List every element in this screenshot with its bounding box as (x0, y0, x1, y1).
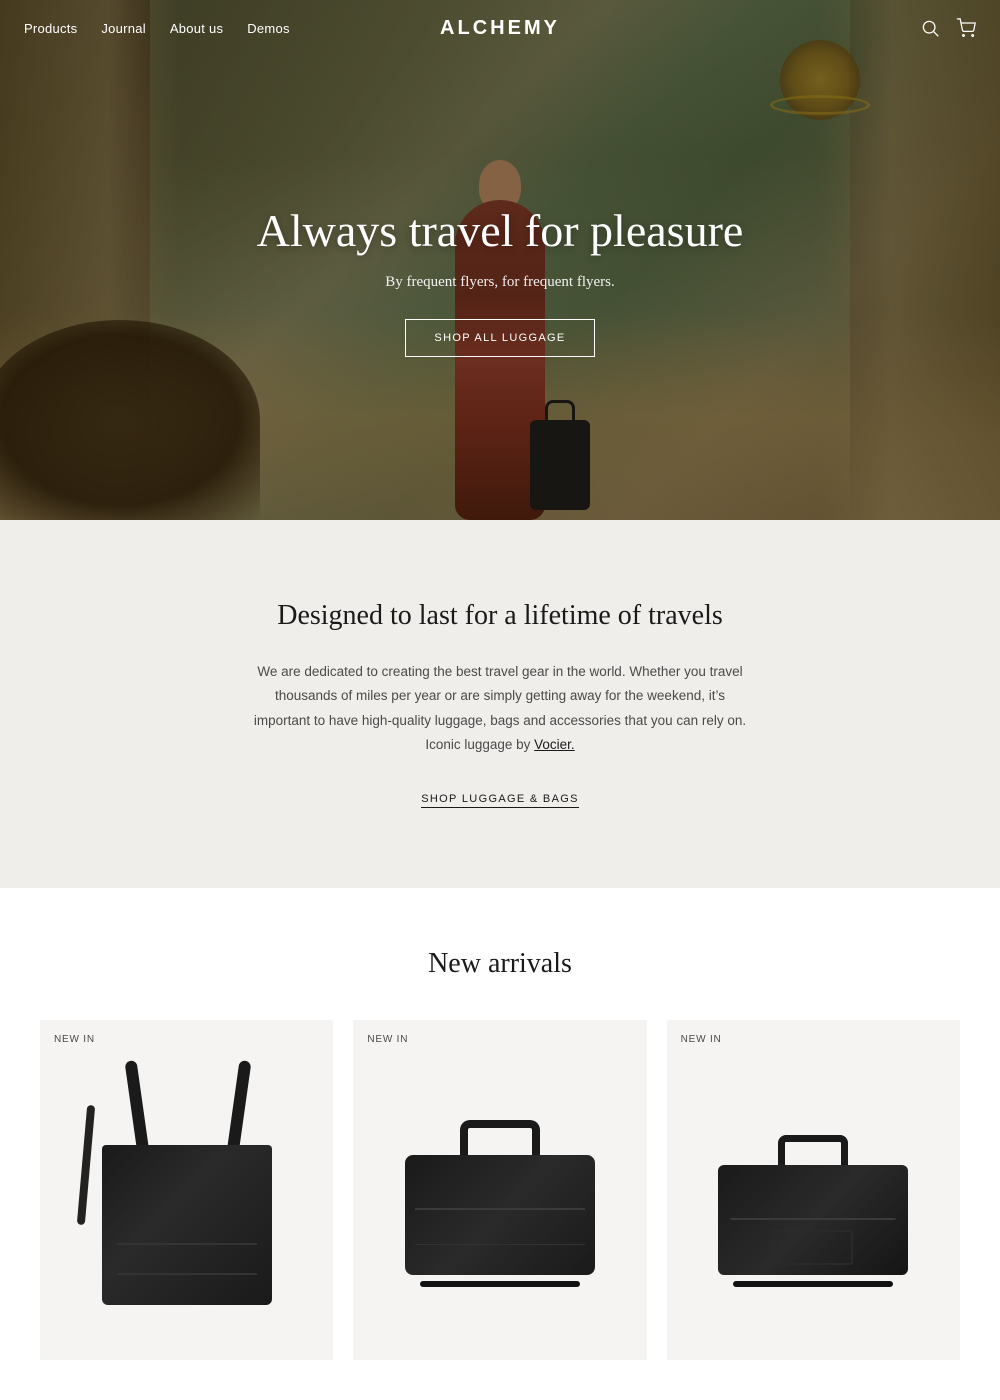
designed-body: We are dedicated to creating the best tr… (250, 660, 750, 757)
navbar: Products Journal About us Demos ALCHEMY (0, 0, 1000, 56)
cart-icon[interactable] (956, 18, 976, 38)
hero-content: Always travel for pleasure By frequent f… (0, 0, 1000, 520)
hero-subtitle: By frequent flyers, for frequent flyers. (385, 274, 615, 291)
product-card-1[interactable]: NEW IN (40, 1020, 333, 1360)
bag-zip (731, 1218, 896, 1220)
new-arrivals-section: New arrivals NEW IN NEW IN (0, 888, 1000, 1400)
bag-zip (415, 1208, 585, 1210)
hero-cta-button[interactable]: SHOP ALL LUGGAGE (405, 319, 594, 357)
bag-detail-2 (117, 1243, 257, 1245)
nav-demos[interactable]: Demos (247, 21, 289, 36)
nav-icons (920, 18, 976, 38)
shop-luggage-link[interactable]: SHOP LUGGAGE & BAGS (421, 793, 579, 808)
nav-about[interactable]: About us (170, 21, 223, 36)
product-card-3[interactable]: NEW IN (667, 1020, 960, 1360)
product-card-2[interactable]: NEW IN (353, 1020, 646, 1360)
product-badge-1: NEW IN (54, 1034, 95, 1045)
designed-heading: Designed to last for a lifetime of trave… (40, 600, 960, 632)
vocier-link[interactable]: Vocier. (534, 737, 575, 752)
bag-duffle-illustration (400, 1095, 600, 1295)
product-image-1 (40, 1020, 333, 1360)
bag-feet (733, 1281, 893, 1287)
strap-right (227, 1060, 251, 1151)
nav-links-left: Products Journal About us Demos (24, 21, 290, 36)
nav-journal[interactable]: Journal (101, 21, 145, 36)
bag-detail-1 (117, 1273, 257, 1275)
product-badge-3: NEW IN (681, 1034, 722, 1045)
bag-body (102, 1145, 272, 1305)
designed-section: Designed to last for a lifetime of trave… (0, 520, 1000, 888)
products-grid: NEW IN NEW IN (40, 1020, 960, 1360)
shoulder-strap (76, 1105, 94, 1225)
brand-logo[interactable]: ALCHEMY (440, 17, 560, 40)
nav-products[interactable]: Products (24, 21, 77, 36)
search-icon[interactable] (920, 18, 940, 38)
product-image-3 (667, 1020, 960, 1360)
product-image-2 (353, 1020, 646, 1360)
product-badge-2: NEW IN (367, 1034, 408, 1045)
new-arrivals-heading: New arrivals (40, 948, 960, 980)
bag-feet (420, 1281, 580, 1287)
strap-left (124, 1060, 148, 1151)
bag-tote-illustration (97, 1085, 277, 1305)
hero-title: Always travel for pleasure (257, 203, 744, 258)
bag-detail (415, 1244, 585, 1245)
hero-section: Always travel for pleasure By frequent f… (0, 0, 1000, 520)
bag-body (405, 1155, 595, 1275)
bag-duffle2-illustration (713, 1095, 913, 1295)
